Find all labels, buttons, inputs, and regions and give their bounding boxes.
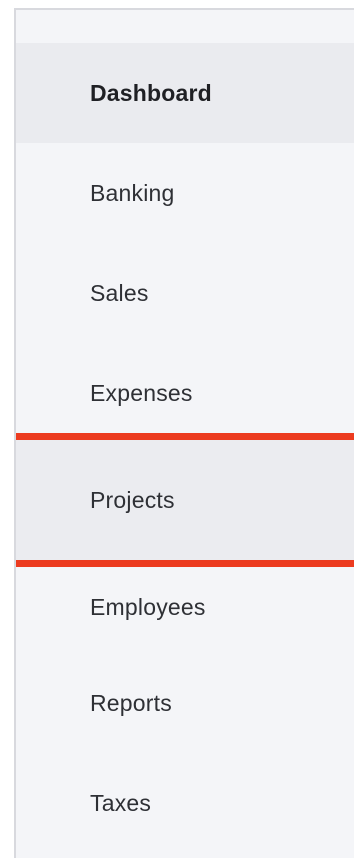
sidebar-item-label: Taxes (90, 789, 152, 816)
sidebar-item-label: Projects (90, 486, 175, 513)
sidebar-item-label: Expenses (90, 379, 193, 406)
sidebar-item-sales[interactable]: Sales (16, 243, 354, 343)
sidebar-item-label: Dashboard (90, 79, 212, 106)
sidebar-item-label: Sales (90, 279, 149, 306)
sidebar-item-taxes[interactable]: Taxes (16, 753, 354, 853)
sidebar-item-reports[interactable]: Reports (16, 653, 354, 753)
sidebar-item-label: Employees (90, 593, 206, 620)
highlight-line-top (16, 433, 354, 440)
sidebar-item-label: Banking (90, 179, 175, 206)
sidebar-panel: Dashboard Banking Sales Expenses Project… (14, 8, 354, 858)
sidebar-item-projects[interactable]: Projects (16, 440, 354, 560)
sidebar-item-dashboard[interactable]: Dashboard (16, 43, 354, 143)
sidebar-item-employees[interactable]: Employees (16, 557, 354, 657)
sidebar-item-label: Reports (90, 689, 172, 716)
sidebar-item-banking[interactable]: Banking (16, 143, 354, 243)
sidebar-item-expenses[interactable]: Expenses (16, 343, 354, 443)
